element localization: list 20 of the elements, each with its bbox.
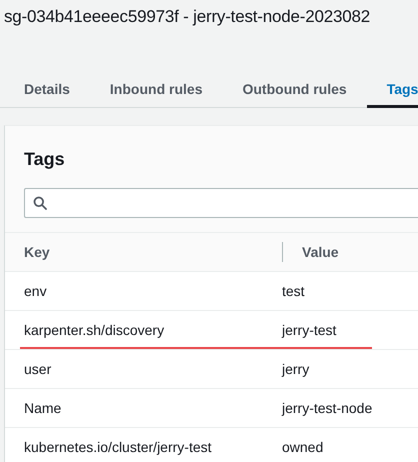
- table-cell-text: kubernetes.io/cluster/jerry-test: [23, 439, 213, 455]
- table-cell-text: env: [23, 283, 48, 299]
- page-title: sg-034b41eeeec59973f - jerry-test-node-2023082: [3, 6, 372, 28]
- tab[interactable]: Details: [0, 74, 90, 108]
- tab[interactable]: Inbound rules: [90, 74, 222, 108]
- column-header: Value: [302, 244, 339, 260]
- table-cell: owned: [282, 439, 324, 455]
- table-cell: jerry-test: [282, 322, 336, 338]
- table-cell-text: Name: [23, 400, 62, 416]
- search-icon: [33, 196, 47, 210]
- table-cell: test: [282, 283, 305, 299]
- column-header: Key: [23, 244, 51, 260]
- tab[interactable]: Tags: [366, 74, 418, 108]
- table-cell-text: user: [23, 361, 52, 377]
- table-cell: jerry-test-node: [282, 400, 372, 416]
- search-field[interactable]: [24, 188, 418, 218]
- table-cell: jerry: [282, 361, 310, 377]
- tab[interactable]: Outbound rules: [222, 74, 367, 108]
- panel-heading: Tags: [23, 148, 66, 171]
- table-cell-text: karpenter.sh/discovery: [23, 322, 166, 338]
